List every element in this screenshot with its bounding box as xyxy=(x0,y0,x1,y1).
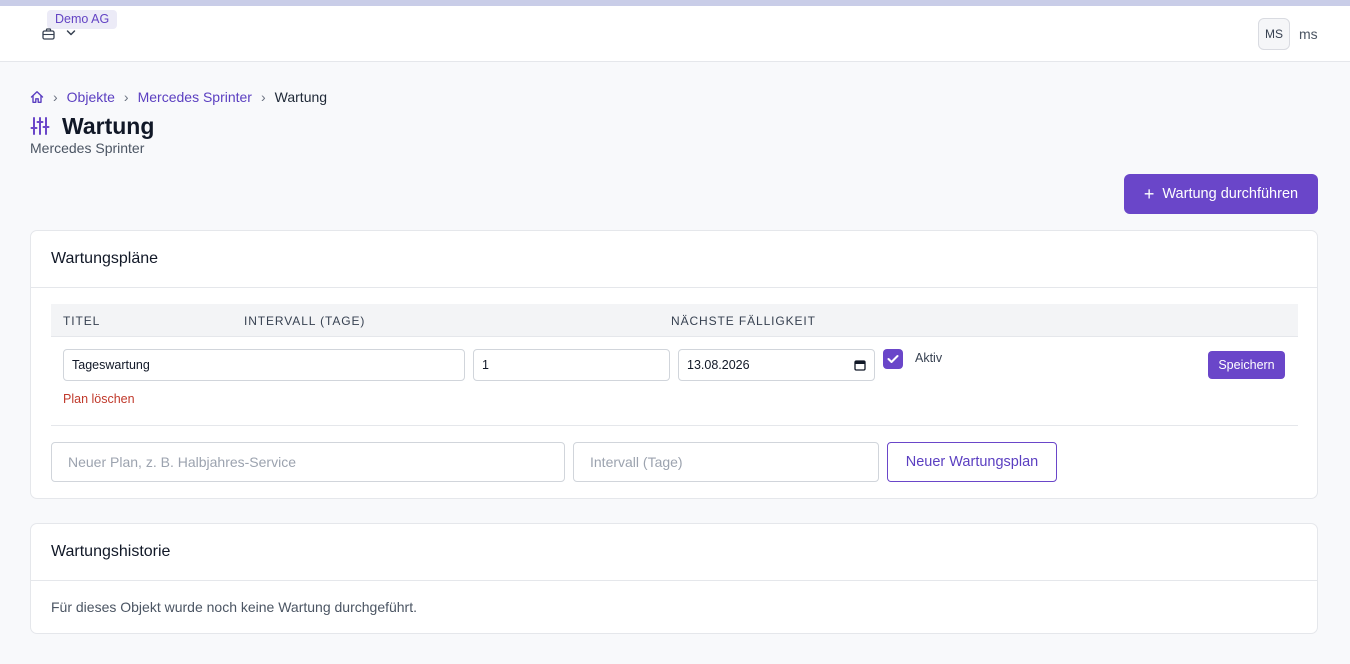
plan-delete-link[interactable]: Plan löschen xyxy=(63,392,135,406)
chevron-down-icon xyxy=(66,30,76,36)
org-switcher[interactable] xyxy=(42,28,78,42)
breadcrumb: › Objekte › Mercedes Sprinter › Wartung xyxy=(30,88,327,106)
breadcrumb-mercedes-sprinter[interactable]: Mercedes Sprinter xyxy=(138,89,252,105)
plan-next-due-input[interactable]: 13.08.2026 xyxy=(678,349,875,381)
sliders-icon xyxy=(30,117,50,135)
maintenance-history-card: Wartungshistorie Für dieses Objekt wurde… xyxy=(30,523,1318,634)
plan-interval-input[interactable]: 1 xyxy=(473,349,670,381)
column-header-naechste-faelligkeit: NÄCHSTE FÄLLIGKEIT xyxy=(671,314,816,328)
app-header: Demo AG MS ms xyxy=(0,6,1350,62)
breadcrumb-separator: › xyxy=(123,89,129,105)
column-header-titel: TITEL xyxy=(63,314,101,328)
history-empty-text: Für dieses Objekt wurde noch keine Wartu… xyxy=(51,599,418,615)
page-title-row: Wartung xyxy=(30,111,154,141)
maintenance-history-title: Wartungshistorie xyxy=(31,524,1317,581)
breadcrumb-separator: › xyxy=(53,89,58,105)
plus-icon: + xyxy=(1143,184,1155,204)
wartung-durchfuehren-label: Wartung durchführen xyxy=(1162,186,1299,202)
plan-active-label: Aktiv xyxy=(915,351,943,365)
maintenance-plans-title: Wartungspläne xyxy=(31,231,1317,288)
plan-save-button[interactable]: Speichern xyxy=(1208,351,1285,379)
calendar-icon[interactable] xyxy=(854,359,866,371)
plan-title-input[interactable]: Tageswartung xyxy=(63,349,465,381)
new-plan-name-input[interactable]: Neuer Plan, z. B. Halbjahres-Service xyxy=(51,442,565,482)
plan-active-checkbox[interactable] xyxy=(883,349,903,369)
breadcrumb-current: Wartung xyxy=(274,89,328,105)
page-subtitle: Mercedes Sprinter xyxy=(30,140,145,156)
maintenance-plans-card: Wartungspläne TITEL INTERVALL (TAGE) NÄC… xyxy=(30,230,1318,499)
table-header: TITEL INTERVALL (TAGE) NÄCHSTE FÄLLIGKEI… xyxy=(51,304,1298,337)
page-title: Wartung xyxy=(62,112,155,139)
username[interactable]: ms xyxy=(1299,26,1318,42)
new-plan-button[interactable]: Neuer Wartungsplan xyxy=(887,442,1057,482)
plan-next-due-value: 13.08.2026 xyxy=(687,358,750,372)
divider xyxy=(51,425,1298,426)
home-icon[interactable] xyxy=(30,90,44,104)
briefcase-icon xyxy=(42,28,55,40)
org-badge: Demo AG xyxy=(47,10,118,29)
wartung-durchfuehren-button[interactable]: + Wartung durchführen xyxy=(1124,174,1318,214)
checkmark-icon xyxy=(887,355,899,363)
breadcrumb-separator: › xyxy=(260,89,266,105)
new-plan-interval-input[interactable]: Intervall (Tage) xyxy=(573,442,879,482)
column-header-intervall: INTERVALL (TAGE) xyxy=(244,314,366,328)
breadcrumb-objekte[interactable]: Objekte xyxy=(67,89,115,105)
user-avatar[interactable]: MS xyxy=(1258,18,1290,50)
